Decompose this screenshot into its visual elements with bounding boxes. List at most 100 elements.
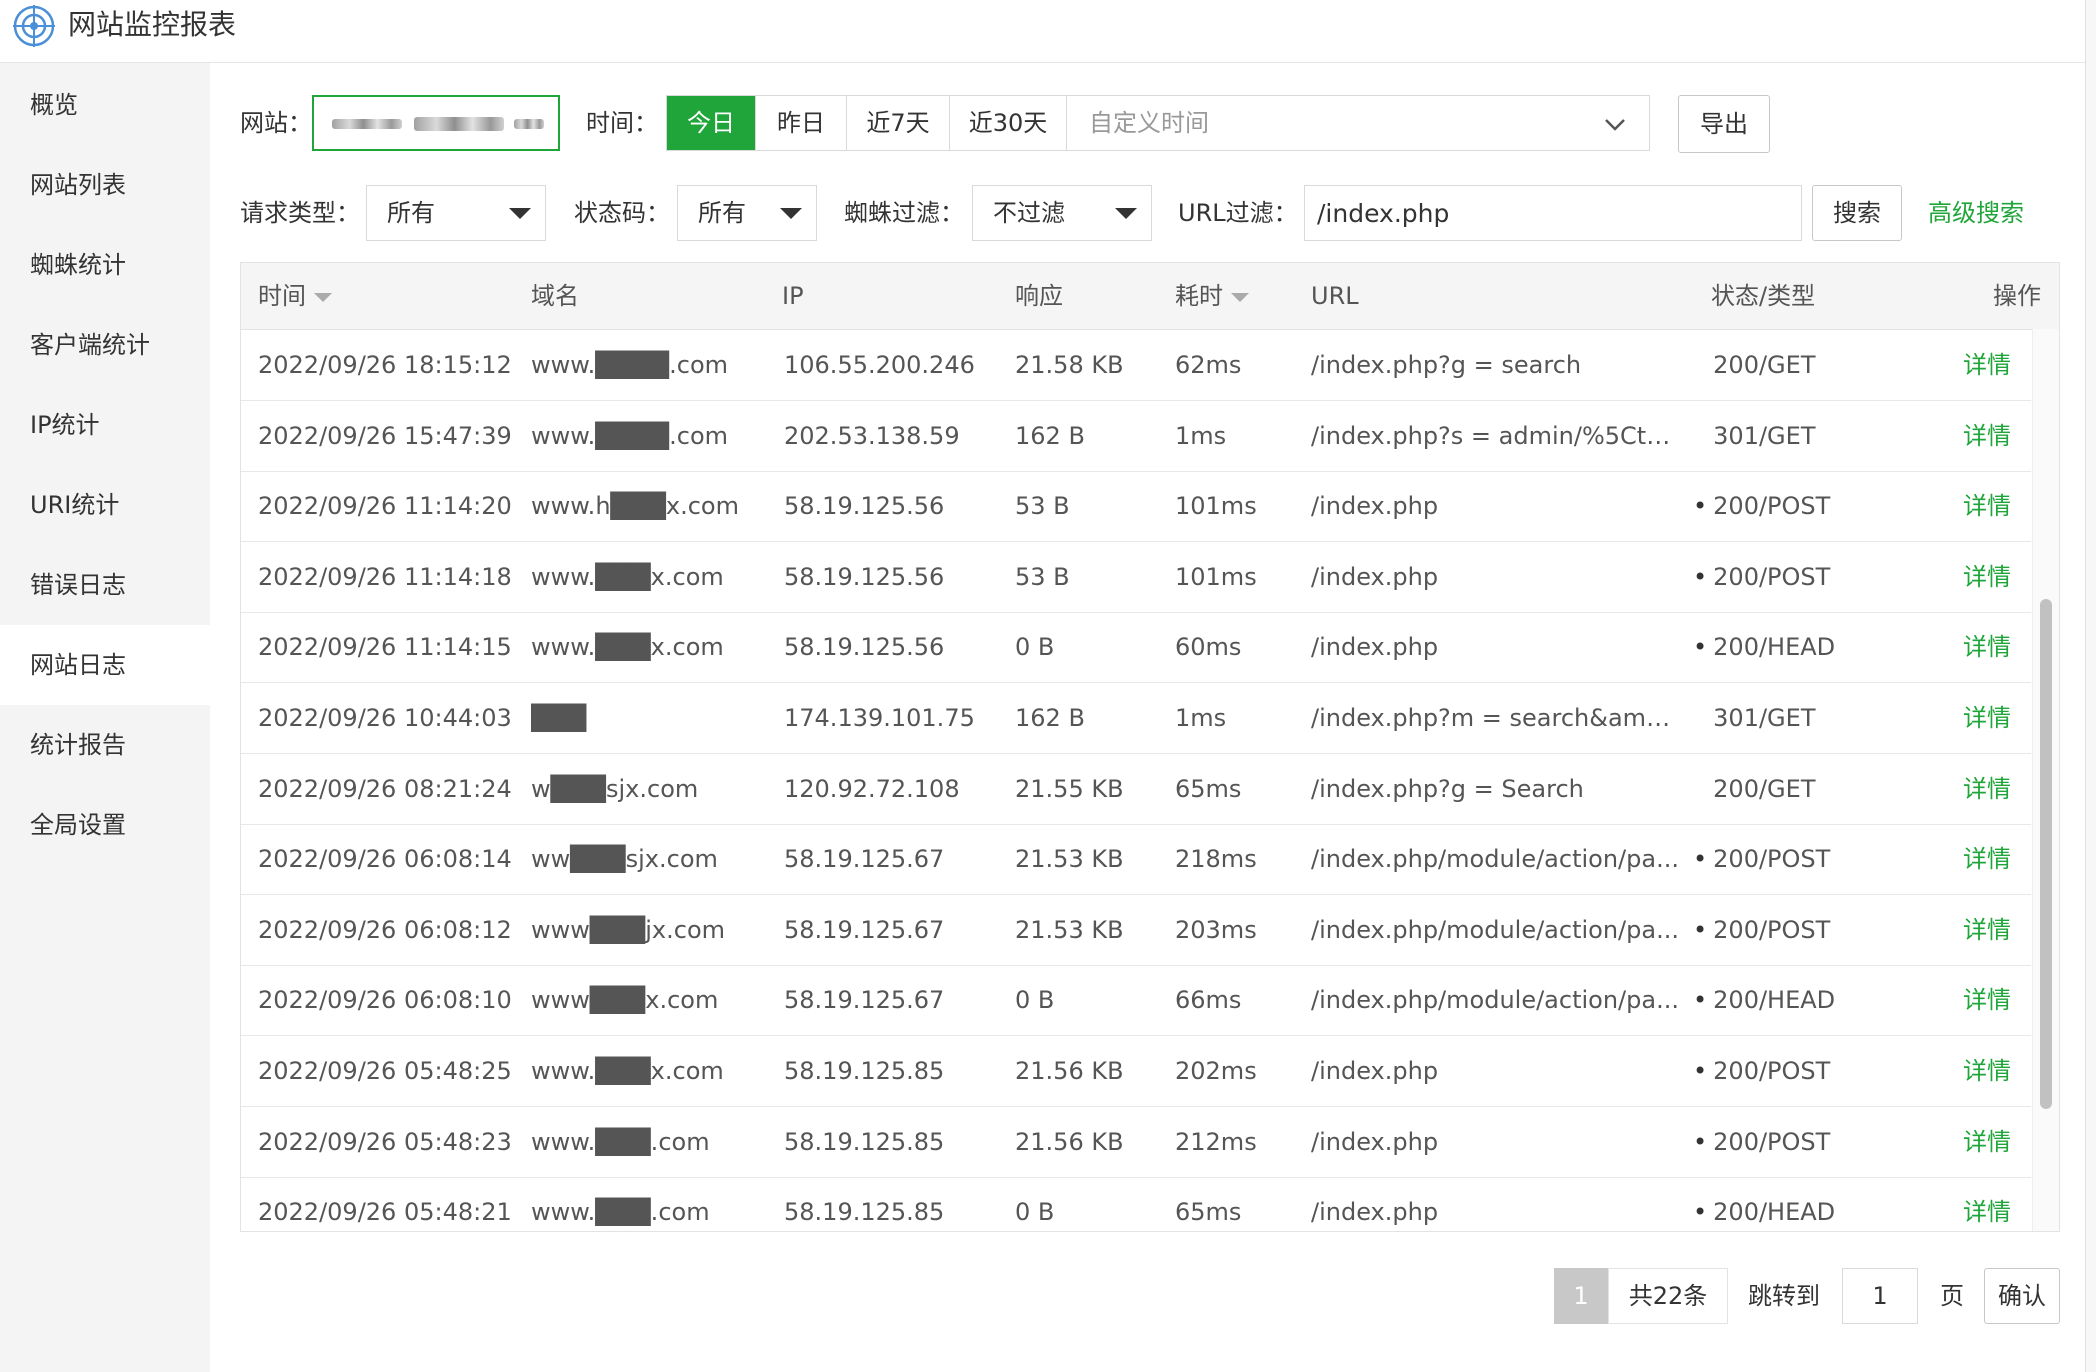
app-title: 网站监控报表 bbox=[68, 8, 237, 41]
time-today-button[interactable]: 今日 bbox=[667, 96, 756, 150]
cell-ip: 202.53.138.59 bbox=[784, 422, 960, 450]
cell-domain: www.███x.com bbox=[531, 633, 724, 661]
advanced-search-link[interactable]: 高级搜索 bbox=[1928, 185, 2024, 241]
table-scrollbar[interactable] bbox=[2032, 329, 2059, 1231]
detail-link[interactable]: 详情 bbox=[1963, 612, 2023, 682]
sidebar-item-report[interactable]: 统计报告 bbox=[0, 705, 210, 785]
status-text: 200/POST bbox=[1713, 1128, 1831, 1156]
time-yesterday-button[interactable]: 昨日 bbox=[756, 96, 847, 150]
cell-duration: 1ms bbox=[1175, 704, 1227, 732]
status-dot-icon: • bbox=[1693, 1128, 1708, 1156]
detail-link[interactable]: 详情 bbox=[1963, 1107, 2023, 1177]
caret-down-icon bbox=[780, 208, 802, 219]
detail-link[interactable]: 详情 bbox=[1963, 683, 2023, 753]
time-30days-button[interactable]: 近30天 bbox=[950, 96, 1067, 150]
column-header-duration[interactable]: 耗时 bbox=[1175, 263, 1249, 329]
jump-page-input[interactable] bbox=[1842, 1268, 1918, 1324]
window-edge bbox=[2085, 0, 2096, 1372]
sidebar-item-spider-stats[interactable]: 蜘蛛统计 bbox=[0, 225, 210, 305]
cell-ip: 58.19.125.85 bbox=[784, 1128, 945, 1156]
status-text: 200/HEAD bbox=[1713, 633, 1836, 661]
detail-link[interactable]: 详情 bbox=[1963, 542, 2023, 612]
cell-url: /index.php?s = admin/%5Cthi... bbox=[1311, 422, 1681, 450]
cell-status: • 200/HEAD bbox=[1693, 1177, 1923, 1231]
time-range-group: 今日 昨日 近7天 近30天 自定义时间 bbox=[666, 95, 1650, 151]
cell-time: 2022/09/26 15:47:39 bbox=[258, 422, 512, 450]
table-row: 2022/09/26 11:14:18 www.███x.com 58.19.125… bbox=[241, 542, 2031, 613]
sidebar-item-site-list[interactable]: 网站列表 bbox=[0, 145, 210, 225]
table-row: 2022/09/26 15:47:39 www.████.com 202.53.13… bbox=[241, 401, 2031, 472]
detail-link[interactable]: 详情 bbox=[1963, 1177, 2023, 1231]
column-header-action: 操作 bbox=[1993, 282, 2041, 310]
table-row: 2022/09/26 05:48:21 www.███.com 58.19.125.… bbox=[241, 1177, 2031, 1231]
time-7days-button[interactable]: 近7天 bbox=[847, 96, 950, 150]
cell-url: /index.php bbox=[1311, 1198, 1439, 1226]
sidebar-item-site-log[interactable]: 网站日志 bbox=[0, 625, 210, 705]
table-row: 2022/09/26 11:14:15 www.███x.com 58.19.125… bbox=[241, 612, 2031, 683]
column-header-response: 响应 bbox=[1015, 282, 1063, 310]
detail-link[interactable]: 详情 bbox=[1963, 754, 2023, 824]
cell-ip: 58.19.125.56 bbox=[784, 563, 945, 591]
spider-filter-select[interactable]: 不过滤 bbox=[972, 185, 1152, 241]
export-button[interactable]: 导出 bbox=[1678, 95, 1770, 153]
detail-link[interactable]: 详情 bbox=[1963, 471, 2023, 541]
detail-link[interactable]: 详情 bbox=[1963, 330, 2023, 400]
cell-response: 0 B bbox=[1015, 633, 1055, 661]
detail-link[interactable]: 详情 bbox=[1963, 824, 2023, 894]
cell-status: • 200/POST bbox=[1693, 1036, 1923, 1106]
cell-duration: 101ms bbox=[1175, 563, 1257, 591]
jump-to-label: 跳转到 bbox=[1748, 1282, 1820, 1310]
caret-down-icon bbox=[509, 208, 531, 219]
cell-ip: 58.19.125.85 bbox=[784, 1198, 945, 1226]
cell-domain: www.███.com bbox=[531, 1128, 710, 1156]
target-logo-icon bbox=[13, 5, 55, 47]
cell-ip: 174.139.101.75 bbox=[784, 704, 975, 732]
cell-duration: 65ms bbox=[1175, 1198, 1242, 1226]
cell-duration: 1ms bbox=[1175, 422, 1227, 450]
url-filter-input[interactable] bbox=[1304, 185, 1802, 241]
title-bar: 网站监控报表 bbox=[0, 0, 2096, 63]
time-label: 时间： bbox=[586, 109, 658, 137]
sort-icon bbox=[314, 292, 332, 302]
cell-duration: 203ms bbox=[1175, 916, 1257, 944]
custom-time-placeholder: 自定义时间 bbox=[1089, 109, 1209, 137]
cell-response: 21.53 KB bbox=[1015, 916, 1124, 944]
column-header-time[interactable]: 时间 bbox=[258, 263, 332, 329]
cell-response: 53 B bbox=[1015, 492, 1070, 520]
sidebar-item-client-stats[interactable]: 客户端统计 bbox=[0, 305, 210, 385]
detail-link[interactable]: 详情 bbox=[1963, 1036, 2023, 1106]
status-code-select[interactable]: 所有 bbox=[677, 185, 817, 241]
request-type-select[interactable]: 所有 bbox=[366, 185, 546, 241]
page-unit-label: 页 bbox=[1940, 1282, 1964, 1310]
chevron-down-icon bbox=[1605, 119, 1625, 131]
cell-url: /index.php/module/action/pa... bbox=[1311, 845, 1679, 873]
detail-link[interactable]: 详情 bbox=[1963, 401, 2023, 471]
cell-duration: 62ms bbox=[1175, 351, 1242, 379]
status-text: 200/GET bbox=[1713, 775, 1816, 803]
detail-link[interactable]: 详情 bbox=[1963, 895, 2023, 965]
cell-duration: 212ms bbox=[1175, 1128, 1257, 1156]
search-button[interactable]: 搜索 bbox=[1812, 185, 1902, 241]
status-text: 200/POST bbox=[1713, 916, 1831, 944]
status-text: 200/HEAD bbox=[1713, 1198, 1836, 1226]
detail-link[interactable]: 详情 bbox=[1963, 965, 2023, 1035]
cell-status: • 200/POST bbox=[1693, 895, 1923, 965]
sidebar-item-global-settings[interactable]: 全局设置 bbox=[0, 785, 210, 865]
sidebar-item-uri-stats[interactable]: URI统计 bbox=[0, 465, 210, 545]
cell-url: /index.php bbox=[1311, 492, 1439, 520]
site-select[interactable] bbox=[312, 95, 560, 151]
column-header-url: URL bbox=[1311, 282, 1359, 310]
custom-time-picker[interactable]: 自定义时间 bbox=[1067, 96, 1649, 150]
sidebar-item-error-log[interactable]: 错误日志 bbox=[0, 545, 210, 625]
table-row: 2022/09/26 06:08:10 www███x.com 58.19.125.… bbox=[241, 965, 2031, 1036]
confirm-button[interactable]: 确认 bbox=[1984, 1268, 2060, 1324]
request-type-label: 请求类型： bbox=[240, 199, 360, 227]
sidebar-item-ip-stats[interactable]: IP统计 bbox=[0, 385, 210, 465]
status-text: 200/POST bbox=[1713, 1057, 1831, 1085]
sidebar-item-overview[interactable]: 概览 bbox=[0, 65, 210, 145]
current-page[interactable]: 1 bbox=[1554, 1268, 1608, 1324]
scrollbar-thumb[interactable] bbox=[2040, 599, 2052, 1109]
cell-duration: 202ms bbox=[1175, 1057, 1257, 1085]
cell-response: 162 B bbox=[1015, 422, 1085, 450]
cell-url: /index.php bbox=[1311, 633, 1439, 661]
